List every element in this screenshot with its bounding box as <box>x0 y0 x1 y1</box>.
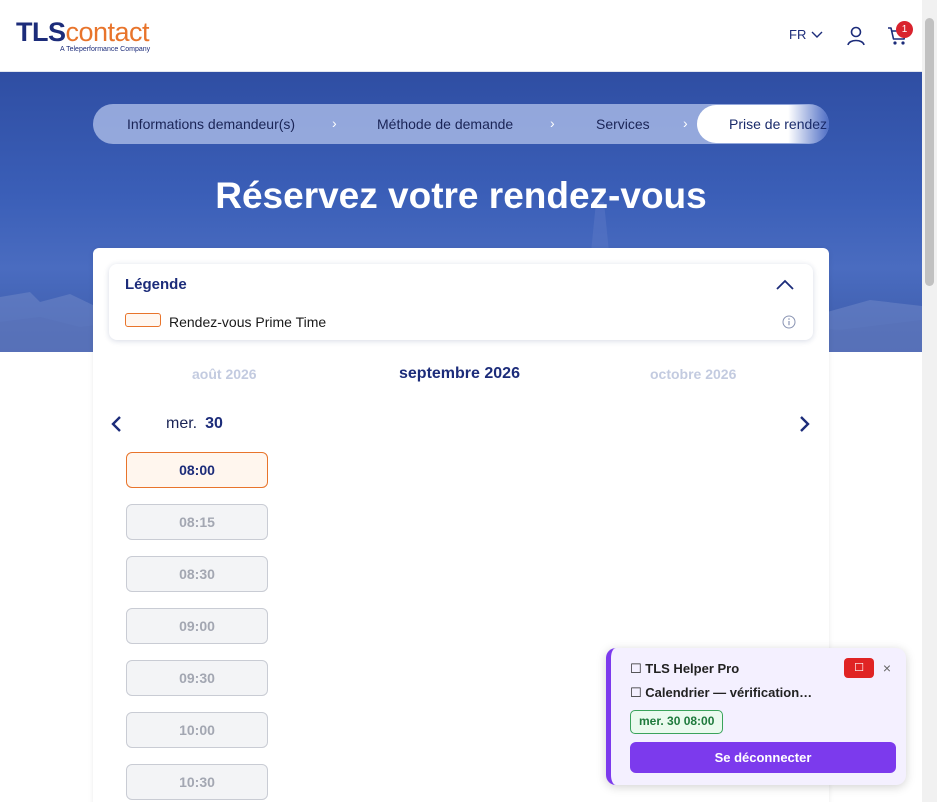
logo-contact-text: contact <box>65 17 150 47</box>
progress-stepper: Informations demandeur(s) › Méthode de d… <box>93 104 829 144</box>
helper-status: ☐ Calendrier — vérification… <box>630 685 813 700</box>
step-prise-de-rendez-vous[interactable]: Prise de rendez <box>697 105 829 143</box>
user-icon[interactable] <box>845 25 867 47</box>
month-current: septembre 2026 <box>399 365 520 382</box>
info-icon[interactable] <box>782 315 796 329</box>
helper-title: ☐ TLS Helper Pro <box>630 661 740 676</box>
logout-button[interactable]: Se déconnecter <box>630 742 896 773</box>
month-previous[interactable]: août 2026 <box>192 366 257 382</box>
chevron-right-icon[interactable] <box>797 415 811 433</box>
step-methode[interactable]: Méthode de demande <box>377 104 513 144</box>
day-name: mer. <box>166 415 198 432</box>
time-slot[interactable]: 08:30 <box>126 556 268 592</box>
time-slot[interactable]: 09:00 <box>126 608 268 644</box>
time-slot[interactable]: 10:30 <box>126 764 268 800</box>
found-slot-badge: mer. 30 08:00 <box>630 710 724 734</box>
page-title: Réservez votre rendez-vous <box>215 175 707 216</box>
step-active-label: Prise de rendez <box>729 116 828 132</box>
time-slot[interactable]: 08:15 <box>126 504 268 540</box>
tls-helper-widget: ☐ TLS Helper Pro ☐ × ☐ Calendrier — véri… <box>606 648 906 785</box>
helper-stop-button[interactable]: ☐ <box>844 658 874 678</box>
step-separator-icon: › <box>332 115 337 131</box>
chevron-up-icon[interactable] <box>775 276 795 292</box>
step-separator-icon: › <box>550 115 555 131</box>
step-separator-icon: › <box>683 115 688 131</box>
prime-time-swatch <box>125 313 161 327</box>
selected-day: mer. 30 <box>166 415 223 433</box>
tlscontact-logo[interactable]: TLScontact A Teleperformance Company <box>16 18 150 53</box>
month-next[interactable]: octobre 2026 <box>650 366 736 382</box>
day-number: 30 <box>205 415 223 432</box>
legend-panel: Légende Rendez-vous Prime Time <box>109 264 813 340</box>
legend-item-label: Rendez-vous Prime Time <box>169 314 327 330</box>
scrollbar-thumb[interactable] <box>925 18 934 286</box>
helper-close-button[interactable]: × <box>880 658 894 678</box>
logo-tls-text: TLS <box>16 17 66 47</box>
chevron-down-icon <box>811 31 823 38</box>
legend-title: Légende <box>125 276 187 293</box>
time-slot[interactable]: 08:00 <box>126 452 268 488</box>
step-services[interactable]: Services <box>596 104 650 144</box>
language-label: FR <box>789 27 807 42</box>
time-slot[interactable]: 10:00 <box>126 712 268 748</box>
language-selector[interactable]: FR <box>789 27 823 42</box>
cart-count-badge: 1 <box>896 21 913 38</box>
time-slot[interactable]: 09:30 <box>126 660 268 696</box>
step-informations[interactable]: Informations demandeur(s) <box>127 104 295 144</box>
chevron-left-icon[interactable] <box>110 415 124 433</box>
site-header: TLScontact A Teleperformance Company FR … <box>0 0 922 72</box>
logo-subtitle: A Teleperformance Company <box>60 46 151 53</box>
